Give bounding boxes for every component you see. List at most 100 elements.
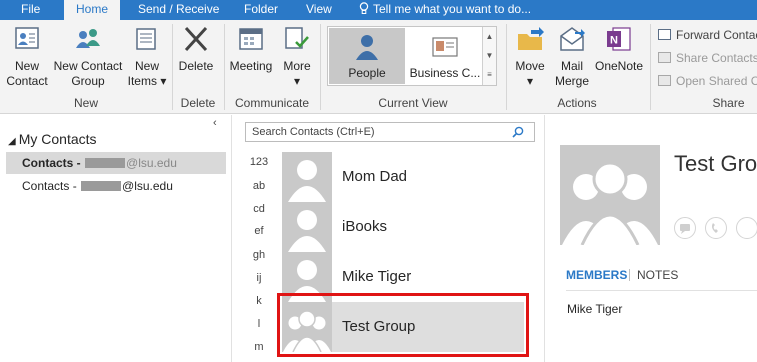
ribbon-separator bbox=[650, 24, 651, 110]
tab-file[interactable]: File bbox=[21, 0, 40, 20]
view-people-label: People bbox=[348, 66, 386, 80]
search-input[interactable]: Search Contacts (Ctrl+E) bbox=[245, 122, 535, 142]
new-contact-label-1: New bbox=[14, 59, 39, 73]
alpha-index-cd[interactable]: cd bbox=[246, 203, 272, 215]
tab-send-receive[interactable]: Send / Receive bbox=[138, 0, 219, 20]
lightbulb-icon bbox=[359, 2, 369, 14]
contact-action-icon[interactable] bbox=[736, 217, 757, 239]
ribbon: New Contact New Contact Group New Items … bbox=[0, 20, 757, 114]
alpha-index-m[interactable]: m bbox=[246, 341, 272, 353]
my-contacts-heading[interactable]: ◢ My Contacts bbox=[8, 131, 97, 147]
contact-title: Test Gro bbox=[674, 151, 757, 176]
view-business-card-label: Business C... bbox=[409, 66, 481, 80]
new-contact-group-button[interactable]: New Contact Group bbox=[51, 24, 125, 89]
meeting-button[interactable]: Meeting bbox=[228, 24, 274, 74]
redacted-block bbox=[85, 158, 126, 168]
alpha-index-ef[interactable]: ef bbox=[246, 225, 272, 237]
tab-divider bbox=[629, 269, 630, 281]
new-items-button[interactable]: New Items ▾ bbox=[126, 24, 168, 89]
delete-x-icon bbox=[181, 24, 211, 54]
new-items-icon bbox=[132, 24, 162, 54]
expand-triangle-icon: ◢ bbox=[8, 136, 16, 147]
tell-me-text: Tell me what you want to do... bbox=[373, 2, 532, 16]
ribbon-tab-bar: File Home Send / Receive Folder View Tel… bbox=[0, 0, 757, 20]
redacted-block bbox=[81, 181, 122, 191]
new-contact-group-label-2: Group bbox=[71, 74, 105, 88]
alpha-index-l[interactable]: l bbox=[246, 318, 272, 330]
move-folder-icon bbox=[515, 24, 545, 54]
alpha-index-gh[interactable]: gh bbox=[246, 249, 272, 261]
open-shared-contacts-icon bbox=[658, 75, 671, 86]
mail-merge-icon bbox=[557, 24, 587, 54]
tab-underline bbox=[566, 290, 757, 291]
folder-item-label: Contacts - bbox=[22, 156, 85, 170]
person-avatar-icon bbox=[282, 202, 332, 252]
group-avatar-icon bbox=[560, 145, 660, 245]
collapse-pane-icon[interactable]: ‹ bbox=[213, 117, 217, 129]
list-item[interactable]: iBooks bbox=[282, 202, 524, 252]
view-business-card-button[interactable]: Business C... bbox=[408, 28, 482, 84]
view-gallery-scroll[interactable]: ▲ ▼ ≡ bbox=[482, 27, 496, 85]
folder-item-contacts-1[interactable]: Contacts - @lsu.edu bbox=[6, 152, 226, 174]
group-label-delete: Delete bbox=[180, 96, 216, 110]
folder-pane: ‹ ◢ My Contacts Contacts - @lsu.edu Conta… bbox=[0, 115, 230, 362]
open-shared-contacts-label: Open Shared Co bbox=[676, 74, 757, 88]
delete-button[interactable]: Delete bbox=[176, 24, 216, 74]
alpha-index-123[interactable]: 123 bbox=[246, 156, 272, 168]
move-button[interactable]: Move ▾ bbox=[510, 24, 550, 89]
tab-home[interactable]: Home bbox=[64, 0, 121, 20]
folder-item-domain: @lsu.edu bbox=[122, 179, 173, 193]
forward-contact-button[interactable]: Forward Contact bbox=[658, 28, 757, 42]
onenote-icon: N bbox=[604, 24, 634, 54]
onenote-button[interactable]: N OneNote bbox=[594, 24, 644, 74]
share-contacts-button[interactable]: Share Contacts bbox=[658, 51, 757, 65]
message-icon[interactable] bbox=[674, 217, 696, 239]
gallery-expand-icon[interactable]: ≡ bbox=[483, 65, 496, 84]
move-label-2: ▾ bbox=[526, 74, 534, 88]
contact-group-icon bbox=[73, 24, 103, 54]
alpha-index-k[interactable]: k bbox=[246, 295, 272, 307]
current-view-gallery: People Business C... ▲ ▼ ≡ bbox=[327, 26, 497, 86]
business-card-icon bbox=[432, 37, 458, 57]
person-icon bbox=[356, 35, 378, 60]
tab-notes[interactable]: NOTES bbox=[637, 268, 678, 282]
open-shared-contacts-button[interactable]: Open Shared Co bbox=[658, 74, 757, 88]
delete-label: Delete bbox=[178, 59, 214, 73]
forward-contact-label: Forward Contact bbox=[676, 28, 757, 42]
more-button[interactable]: More ▾ bbox=[280, 24, 314, 89]
person-avatar-icon bbox=[282, 152, 332, 202]
view-people-button[interactable]: People bbox=[329, 28, 405, 84]
tell-me-box[interactable]: Tell me what you want to do... bbox=[359, 0, 531, 20]
phone-icon[interactable] bbox=[705, 217, 727, 239]
new-items-label-1: New bbox=[134, 59, 159, 73]
tab-view[interactable]: View bbox=[306, 0, 332, 20]
reading-pane: Test Gro MEMBERS NOTES Mike Tiger bbox=[546, 115, 757, 362]
meeting-label: Meeting bbox=[229, 59, 273, 73]
svg-text:N: N bbox=[610, 35, 618, 47]
group-label-communicate: Communicate bbox=[234, 96, 310, 110]
more-label-2: ▾ bbox=[293, 74, 301, 88]
folder-item-contacts-2[interactable]: Contacts - @lsu.edu bbox=[6, 175, 226, 197]
alpha-index-ij[interactable]: ij bbox=[246, 272, 272, 284]
list-item[interactable]: Mom Dad bbox=[282, 152, 524, 202]
new-contact-button[interactable]: New Contact bbox=[5, 24, 49, 89]
more-icon bbox=[282, 24, 312, 54]
my-contacts-label: My Contacts bbox=[18, 131, 97, 147]
contact-name: Mike Tiger bbox=[342, 268, 412, 285]
search-icon[interactable] bbox=[512, 126, 524, 138]
share-contacts-label: Share Contacts bbox=[676, 51, 757, 65]
scroll-up-icon[interactable]: ▲ bbox=[483, 27, 496, 46]
group-label-new: New bbox=[73, 96, 98, 110]
scroll-down-icon[interactable]: ▼ bbox=[483, 46, 496, 65]
tab-members[interactable]: MEMBERS bbox=[566, 268, 627, 282]
group-label-current-view: Current View bbox=[378, 96, 448, 110]
group-label-share: Share bbox=[712, 96, 745, 110]
calendar-icon bbox=[236, 24, 266, 54]
mail-merge-button[interactable]: Mail Merge bbox=[552, 24, 592, 89]
new-contact-group-label-1: New Contact bbox=[53, 59, 123, 73]
onenote-label: OneNote bbox=[594, 59, 644, 73]
tab-folder[interactable]: Folder bbox=[244, 0, 278, 20]
member-item[interactable]: Mike Tiger bbox=[567, 302, 622, 316]
alpha-index-ab[interactable]: ab bbox=[246, 180, 272, 192]
group-label-actions: Actions bbox=[557, 96, 597, 110]
